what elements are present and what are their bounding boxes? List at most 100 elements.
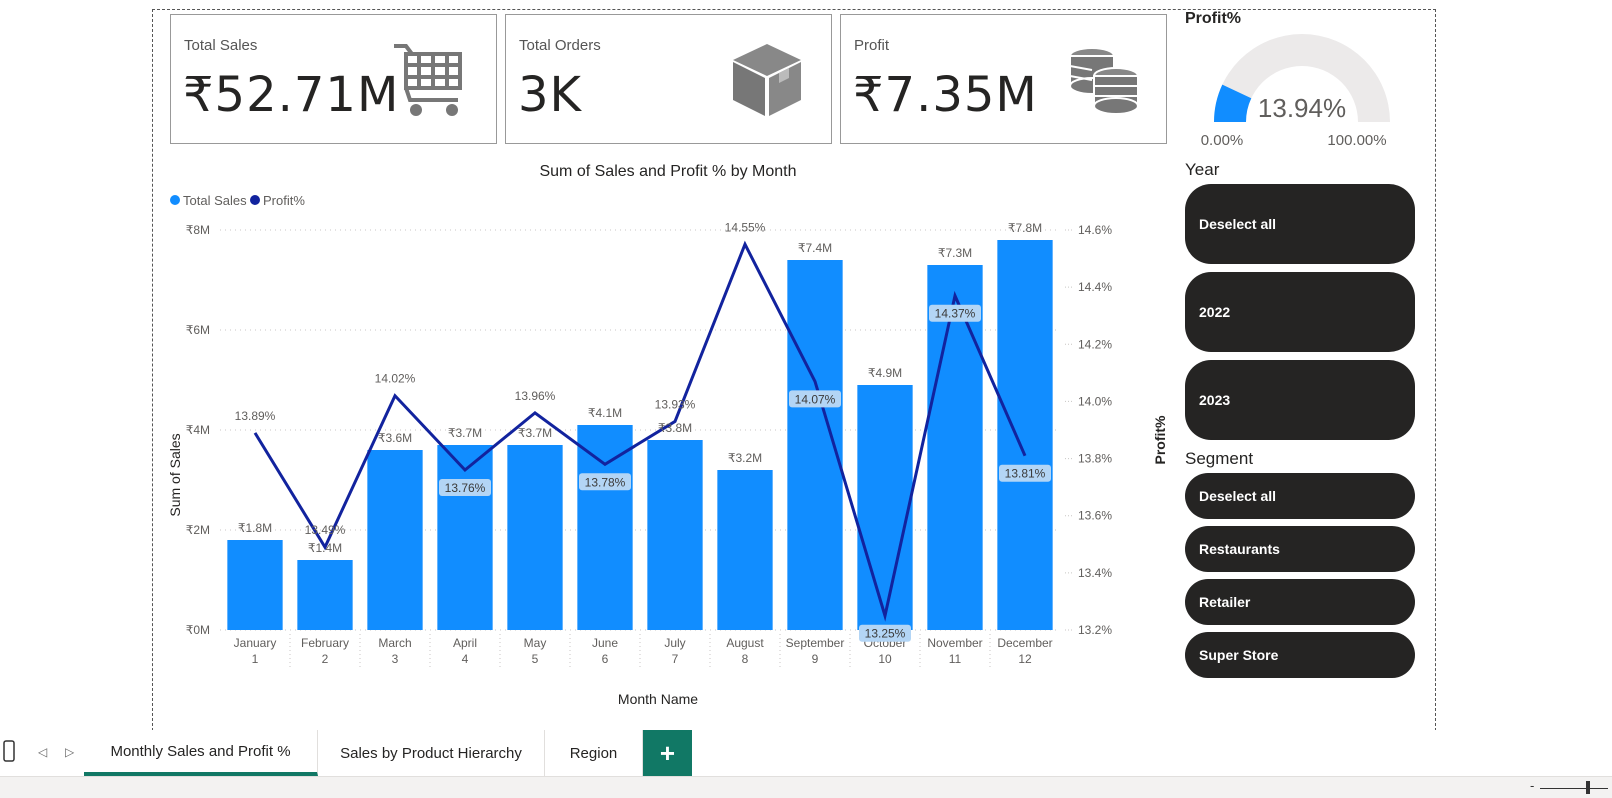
previous-page-icon[interactable]: ◁ bbox=[38, 745, 47, 759]
sales-bar[interactable] bbox=[227, 540, 283, 630]
sales-bar[interactable] bbox=[437, 445, 493, 630]
tab-sales-by-product-hierarchy[interactable]: Sales by Product Hierarchy bbox=[318, 730, 545, 776]
y-tick-label: ₹0M bbox=[186, 623, 210, 637]
y-tick-label: ₹4M bbox=[186, 423, 210, 437]
x-tick-number: 3 bbox=[392, 652, 399, 666]
next-page-icon[interactable]: ▷ bbox=[65, 745, 74, 759]
x-tick-number: 2 bbox=[322, 652, 329, 666]
tab-monthly-sales-and-profit[interactable]: Monthly Sales and Profit % bbox=[84, 730, 318, 776]
x-tick-number: 7 bbox=[672, 652, 679, 666]
sales-data-label: ₹1.4M bbox=[308, 541, 342, 555]
legend-total-sales-label: Total Sales bbox=[183, 193, 247, 208]
y2-tick-label: 13.2% bbox=[1078, 623, 1112, 637]
segment-slicer-title: Segment bbox=[1185, 449, 1254, 468]
legend-profit-label: Profit% bbox=[263, 193, 305, 208]
sales-bar[interactable] bbox=[367, 450, 423, 630]
x-tick-label: May bbox=[524, 636, 547, 650]
y2-tick-label: 14.6% bbox=[1078, 223, 1112, 237]
x-tick-number: 5 bbox=[532, 652, 539, 666]
status-bar bbox=[0, 776, 1612, 798]
sales-data-label: ₹7.8M bbox=[1008, 221, 1042, 235]
y2-tick-label: 13.4% bbox=[1078, 566, 1112, 580]
y2-tick-label: 14.4% bbox=[1078, 280, 1112, 294]
x-tick-label: June bbox=[592, 636, 618, 650]
segment-deselect-all-button[interactable]: Deselect all bbox=[1185, 473, 1415, 519]
sales-bar[interactable] bbox=[647, 440, 703, 630]
package-box-icon bbox=[733, 44, 801, 116]
profit-data-label: 14.55% bbox=[725, 220, 766, 234]
profit-data-label: 13.76% bbox=[445, 481, 486, 495]
sales-data-label: ₹4.9M bbox=[868, 366, 902, 380]
sales-data-label: ₹3.2M bbox=[728, 451, 762, 465]
segment-super-store-button[interactable]: Super Store bbox=[1185, 632, 1415, 678]
sales-data-label: ₹1.8M bbox=[238, 521, 272, 535]
sales-bar[interactable] bbox=[297, 560, 353, 630]
y-tick-label: ₹8M bbox=[186, 223, 210, 237]
x-axis-title: Month Name bbox=[618, 691, 698, 707]
gauge-value: 13.94% bbox=[1258, 93, 1346, 123]
coins-stack-icon bbox=[1069, 47, 1139, 115]
y-tick-label: ₹2M bbox=[186, 523, 210, 537]
sales-profit-chart[interactable]: Sum of Sales and Profit % by Month Total… bbox=[160, 150, 1170, 720]
x-tick-number: 12 bbox=[1018, 652, 1032, 666]
profit-data-label: 14.07% bbox=[795, 392, 836, 406]
sales-bar[interactable] bbox=[577, 425, 633, 630]
sales-data-label: ₹7.4M bbox=[798, 241, 832, 255]
tab-region[interactable]: Region bbox=[545, 730, 643, 776]
profit-data-label: 13.78% bbox=[585, 475, 626, 489]
x-tick-label: November bbox=[927, 636, 982, 650]
profit-data-label: 14.37% bbox=[935, 307, 976, 321]
gauge-title: Profit% bbox=[1185, 10, 1241, 27]
y2-tick-label: 14.0% bbox=[1078, 394, 1112, 408]
total-orders-label: Total Orders bbox=[519, 37, 601, 54]
total-sales-card[interactable]: Total Sales ₹52.71M bbox=[170, 14, 497, 144]
x-tick-number: 9 bbox=[812, 652, 819, 666]
sales-bar[interactable] bbox=[857, 385, 913, 630]
chart-title: Sum of Sales and Profit % by Month bbox=[539, 163, 796, 180]
sales-data-label: ₹3.6M bbox=[378, 431, 412, 445]
x-tick-number: 1 bbox=[252, 652, 259, 666]
profit-label: Profit bbox=[854, 37, 890, 54]
x-tick-label: December bbox=[997, 636, 1052, 650]
profit-data-label: 13.49% bbox=[305, 523, 346, 537]
segment-restaurants-button[interactable]: Restaurants bbox=[1185, 526, 1415, 572]
x-tick-number: 10 bbox=[878, 652, 892, 666]
x-tick-label: August bbox=[726, 636, 764, 650]
sales-bar[interactable] bbox=[507, 445, 563, 630]
profit-data-label: 13.93% bbox=[655, 397, 696, 411]
phone-layout-icon[interactable] bbox=[2, 740, 16, 762]
x-tick-number: 6 bbox=[602, 652, 609, 666]
sales-data-label: ₹3.7M bbox=[518, 426, 552, 440]
zoom-slider-thumb[interactable] bbox=[1586, 781, 1590, 794]
total-orders-card[interactable]: Total Orders 3K bbox=[505, 14, 832, 144]
profit-data-label: 13.89% bbox=[235, 409, 276, 423]
profit-data-label: 14.02% bbox=[375, 372, 416, 386]
y2-tick-label: 13.6% bbox=[1078, 509, 1112, 523]
y-tick-label: ₹6M bbox=[186, 323, 210, 337]
x-tick-number: 4 bbox=[462, 652, 469, 666]
sales-bar[interactable] bbox=[717, 470, 773, 630]
legend-profit-marker bbox=[250, 195, 260, 205]
total-sales-label: Total Sales bbox=[184, 37, 258, 54]
gauge-max-label: 100.00% bbox=[1327, 132, 1386, 149]
zoom-slider-track[interactable] bbox=[1540, 788, 1608, 789]
year-2023-button[interactable]: 2023 bbox=[1185, 360, 1415, 440]
year-slicer-title: Year bbox=[1185, 160, 1220, 179]
profit-data-label: 13.25% bbox=[865, 627, 906, 641]
x-tick-label: April bbox=[453, 636, 477, 650]
sales-bar[interactable] bbox=[997, 240, 1053, 630]
sales-data-label: ₹7.3M bbox=[938, 246, 972, 260]
segment-retailer-button[interactable]: Retailer bbox=[1185, 579, 1415, 625]
profit-card[interactable]: Profit ₹7.35M bbox=[840, 14, 1167, 144]
profit-gauge: 13.94% 0.00% 100.00% bbox=[1201, 34, 1390, 149]
x-tick-label: September bbox=[786, 636, 845, 650]
profit-value: ₹7.35M bbox=[853, 67, 1038, 123]
total-sales-value: ₹52.71M bbox=[183, 67, 400, 123]
x-tick-number: 8 bbox=[742, 652, 749, 666]
year-2022-button[interactable]: 2022 bbox=[1185, 272, 1415, 352]
zoom-out-button[interactable]: - bbox=[1530, 778, 1534, 793]
sales-data-label: ₹3.8M bbox=[658, 421, 692, 435]
add-page-button[interactable]: + bbox=[643, 730, 692, 776]
year-deselect-all-button[interactable]: Deselect all bbox=[1185, 184, 1415, 264]
total-orders-value: 3K bbox=[518, 67, 583, 123]
